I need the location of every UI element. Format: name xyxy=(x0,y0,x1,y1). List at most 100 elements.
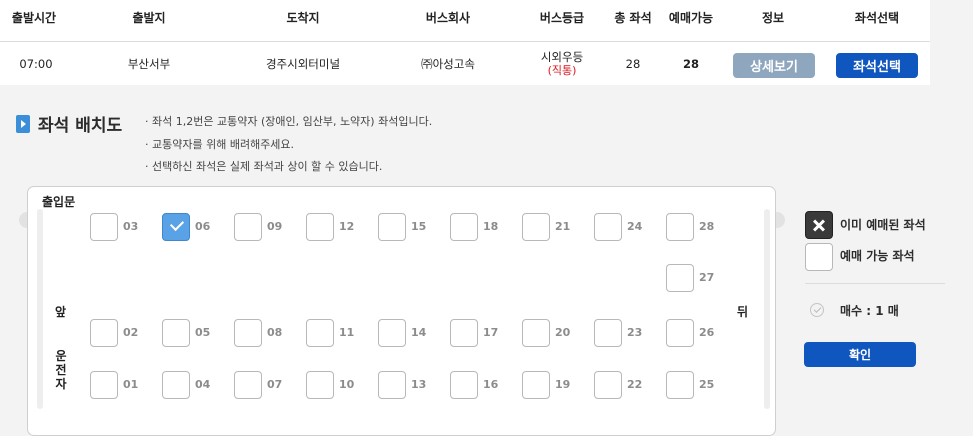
seat-14[interactable] xyxy=(378,319,406,347)
row-available-seats: 28 xyxy=(682,57,699,71)
seat-select-button[interactable]: 좌석선택 xyxy=(836,53,918,78)
seat-number-label: 14 xyxy=(411,326,427,339)
header-departure-time: 출발시간 xyxy=(11,10,57,25)
note-item: 좌석 1,2번은 교통약자 (장애인, 임산부, 노약자) 좌석입니다. xyxy=(145,111,432,134)
seat-number-label: 25 xyxy=(699,378,715,391)
seat-number-label: 26 xyxy=(699,326,715,339)
seat-number-label: 02 xyxy=(123,326,139,339)
seat-12[interactable] xyxy=(306,213,334,241)
seat-19[interactable] xyxy=(522,371,550,399)
seatbox-right-rail xyxy=(764,209,770,409)
row-total-seats: 28 xyxy=(625,57,641,71)
seat-number-label: 22 xyxy=(627,378,643,391)
table-header: 출발시간 출발지 도착지 버스회사 버스등급 총 좌석 예매가능 정보 좌석선택 xyxy=(0,0,930,42)
seat-number-label: 04 xyxy=(195,378,211,391)
header-available: 예매가능 xyxy=(668,10,714,25)
header-info: 정보 xyxy=(761,10,785,25)
legend-divider xyxy=(805,283,945,284)
seat-16[interactable] xyxy=(450,371,478,399)
row-bus-grade: 시외우등 (직통) xyxy=(526,43,598,85)
seat-number-label: 24 xyxy=(627,220,643,233)
seat-number-label: 27 xyxy=(699,271,715,284)
front-label: 앞 xyxy=(55,305,67,319)
seat-27[interactable] xyxy=(666,264,694,292)
seat-13[interactable] xyxy=(378,371,406,399)
seat-number-label: 13 xyxy=(411,378,427,391)
available-seat-label: 예매 가능 좌석 xyxy=(840,249,915,263)
row-origin: 부산서부 xyxy=(127,57,171,71)
seat-11[interactable] xyxy=(306,319,334,347)
route-table: 출발시간 출발지 도착지 버스회사 버스등급 총 좌석 예매가능 정보 좌석선택… xyxy=(0,0,930,85)
header-origin: 출발지 xyxy=(132,10,166,25)
seatmap-notes: 좌석 1,2번은 교통약자 (장애인, 임산부, 노약자) 좌석입니다. 교통약… xyxy=(145,111,432,179)
seat-number-label: 20 xyxy=(555,326,571,339)
note-item: 선택하신 좌석은 실제 좌석과 상이 할 수 있습니다. xyxy=(145,156,432,179)
seat-28[interactable] xyxy=(666,213,694,241)
section-arrow-icon xyxy=(16,115,30,133)
seat-number-label: 06 xyxy=(195,220,211,233)
seat-number-label: 17 xyxy=(483,326,499,339)
door-label: 출입문 xyxy=(42,195,76,209)
seat-number-label: 28 xyxy=(699,220,715,233)
seat-03[interactable] xyxy=(90,213,118,241)
seat-15[interactable] xyxy=(378,213,406,241)
seat-map: 출입문 앞 뒤 운전자 03 06 09 12 15 18 21 24 28 27 02 05 08 11… xyxy=(27,186,776,436)
seat-26[interactable] xyxy=(666,319,694,347)
ticket-count: 매수 : 1 매 xyxy=(840,304,899,318)
seat-number-label: 08 xyxy=(267,326,283,339)
check-circle-icon xyxy=(810,303,824,317)
header-destination: 도착지 xyxy=(286,10,320,25)
header-total-seats: 총 좌석 xyxy=(614,10,652,25)
grade-sub-label: (직통) xyxy=(547,64,577,77)
seat-21[interactable] xyxy=(522,213,550,241)
seat-number-label: 01 xyxy=(123,378,139,391)
seat-04[interactable] xyxy=(162,371,190,399)
grade-label: 시외우등 xyxy=(540,50,584,64)
seat-01[interactable] xyxy=(90,371,118,399)
header-bus-company: 버스회사 xyxy=(425,10,471,25)
seat-number-label: 12 xyxy=(339,220,355,233)
seat-22[interactable] xyxy=(594,371,622,399)
seat-number-label: 23 xyxy=(627,326,643,339)
seat-number-label: 10 xyxy=(339,378,355,391)
seat-23[interactable] xyxy=(594,319,622,347)
seat-number-label: 09 xyxy=(267,220,283,233)
seatbox-left-rail xyxy=(37,209,43,409)
seat-20[interactable] xyxy=(522,319,550,347)
seat-number-label: 07 xyxy=(267,378,283,391)
seatmap-title: 좌석 배치도 xyxy=(38,116,123,136)
seat-10[interactable] xyxy=(306,371,334,399)
seat-number-label: 05 xyxy=(195,326,211,339)
seat-number-label: 18 xyxy=(483,220,499,233)
available-seat-icon xyxy=(805,243,833,271)
seat-06[interactable] xyxy=(162,213,190,241)
seat-05[interactable] xyxy=(162,319,190,347)
seat-number-label: 03 xyxy=(123,220,139,233)
seat-09[interactable] xyxy=(234,213,262,241)
detail-button[interactable]: 상세보기 xyxy=(733,53,815,78)
driver-label: 운전자 xyxy=(55,349,67,391)
seat-number-label: 11 xyxy=(339,326,355,339)
back-label: 뒤 xyxy=(737,305,749,319)
note-item: 교통약자를 위해 배려해주세요. xyxy=(145,134,432,157)
seat-18[interactable] xyxy=(450,213,478,241)
seat-08[interactable] xyxy=(234,319,262,347)
booked-seat-icon xyxy=(805,211,833,239)
seat-number-label: 15 xyxy=(411,220,427,233)
seat-25[interactable] xyxy=(666,371,694,399)
confirm-button[interactable]: 확인 xyxy=(804,342,916,367)
seat-17[interactable] xyxy=(450,319,478,347)
table-row: 07:00 부산서부 경주시외터미널 ㈜아성고속 시외우등 (직통) 28 28… xyxy=(0,43,930,85)
seat-number-label: 21 xyxy=(555,220,571,233)
seat-number-label: 16 xyxy=(483,378,499,391)
row-destination: 경주시외터미널 xyxy=(265,57,341,71)
seat-02[interactable] xyxy=(90,319,118,347)
seat-24[interactable] xyxy=(594,213,622,241)
header-bus-grade: 버스등급 xyxy=(539,10,585,25)
seat-number-label: 19 xyxy=(555,378,571,391)
booked-seat-label: 이미 예매된 좌석 xyxy=(840,218,926,232)
row-bus-company: ㈜아성고속 xyxy=(421,57,475,71)
seat-07[interactable] xyxy=(234,371,262,399)
header-seat-select: 좌석선택 xyxy=(854,10,900,25)
row-departure-time: 07:00 xyxy=(19,57,53,71)
